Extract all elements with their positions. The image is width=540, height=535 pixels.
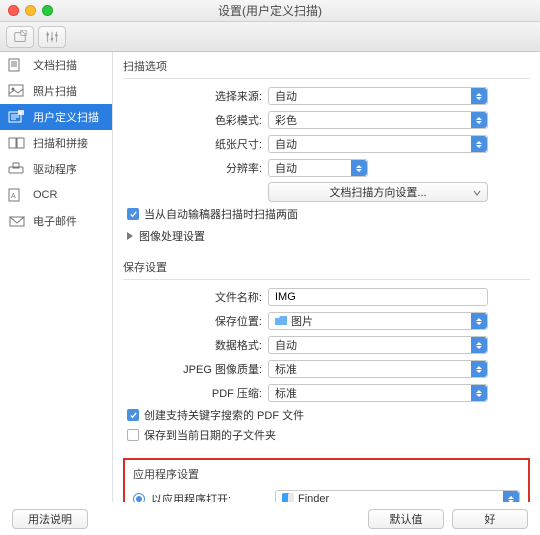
saveto-label: 保存位置:	[123, 313, 268, 329]
footer: 用法说明 默认值 好	[0, 502, 540, 535]
sidebar-label: 用户定义扫描	[33, 109, 99, 125]
sidebar-item-ocr[interactable]: A OCR	[0, 182, 112, 208]
sidebar-label: OCR	[33, 189, 57, 201]
chevron-down-icon	[473, 188, 481, 200]
sidebar-item-email[interactable]: 电子邮件	[0, 208, 112, 234]
dropdown-icon	[471, 88, 487, 104]
color-label: 色彩模式:	[123, 112, 268, 128]
source-label: 选择来源:	[123, 88, 268, 104]
orientation-settings-button[interactable]: 文档扫描方向设置...	[268, 182, 488, 202]
document-icon	[8, 58, 26, 72]
dropdown-icon	[471, 112, 487, 128]
toolbar-sliders-icon[interactable]	[38, 26, 66, 48]
sidebar-label: 照片扫描	[33, 83, 77, 99]
dropdown-icon	[471, 136, 487, 152]
radio-open-with-app[interactable]	[133, 493, 145, 502]
photo-icon	[8, 84, 26, 98]
dpi-select[interactable]: 自动	[268, 159, 368, 177]
custom-icon	[8, 110, 26, 124]
dropdown-icon	[471, 337, 487, 353]
sidebar-item-stitch[interactable]: 扫描和拼接	[0, 130, 112, 156]
sidebar-item-driver[interactable]: 驱动程序	[0, 156, 112, 182]
sidebar-item-photo-scan[interactable]: 照片扫描	[0, 78, 112, 104]
section-scan-options-title: 扫描选项	[123, 58, 530, 74]
ocr-icon: A	[8, 188, 26, 202]
email-icon	[8, 214, 26, 228]
open-with-app-select[interactable]: Finder	[275, 490, 520, 502]
dropdown-icon	[351, 160, 367, 176]
driver-icon	[8, 162, 26, 176]
sidebar-item-custom-scan[interactable]: 用户定义扫描	[0, 104, 112, 130]
folder-icon	[275, 316, 287, 326]
radio-open-with-app-label: 以应用程序打开:	[151, 491, 275, 502]
dropdown-icon	[471, 313, 487, 329]
dpi-label: 分辨率:	[123, 160, 268, 176]
toolbar	[0, 22, 540, 52]
pdf-label: PDF 压缩:	[123, 385, 268, 401]
source-select[interactable]: 自动	[268, 87, 488, 105]
defaults-button[interactable]: 默认值	[368, 509, 444, 529]
section-app-title: 应用程序设置	[133, 466, 520, 482]
disclosure-triangle-icon	[127, 232, 133, 240]
pdf-keyword-label: 创建支持关键字搜索的 PDF 文件	[144, 407, 304, 423]
subfolder-checkbox[interactable]	[127, 429, 139, 441]
section-scan-options: 选择来源: 自动 色彩模式: 彩色 纸张尺寸: 自动 分辨率: 自动	[123, 78, 530, 253]
pdf-select[interactable]: 标准	[268, 384, 488, 402]
content-pane: 扫描选项 选择来源: 自动 色彩模式: 彩色 纸张尺寸: 自动 分辨率: 自动	[113, 52, 540, 502]
section-save: 文件名称: 保存位置: 图片 数据格式: 自动 JPEG 图像质量: 标准 PD…	[123, 279, 530, 452]
titlebar: 设置(用户定义扫描)	[0, 0, 540, 22]
sidebar-label: 扫描和拼接	[33, 135, 88, 151]
ok-button[interactable]: 好	[452, 509, 528, 529]
section-application-settings: 应用程序设置 以应用程序打开: Finder 发送到应用程序: 预览	[123, 458, 530, 502]
paper-label: 纸张尺寸:	[123, 136, 268, 152]
filename-input[interactable]	[268, 288, 488, 306]
dropdown-icon	[471, 385, 487, 401]
jpeg-select[interactable]: 标准	[268, 360, 488, 378]
image-processing-label: 图像处理设置	[139, 228, 205, 244]
dropdown-icon	[503, 491, 519, 502]
dropdown-icon	[471, 361, 487, 377]
finder-icon	[282, 493, 294, 502]
subfolder-label: 保存到当前日期的子文件夹	[144, 427, 276, 443]
section-save-title: 保存设置	[123, 259, 530, 275]
sidebar-item-document-scan[interactable]: 文档扫描	[0, 52, 112, 78]
adf-duplex-label: 当从自动输稿器扫描时扫描两面	[144, 206, 298, 222]
saveto-select[interactable]: 图片	[268, 312, 488, 330]
window-title: 设置(用户定义扫描)	[0, 2, 540, 19]
svg-text:A: A	[11, 193, 16, 200]
filename-label: 文件名称:	[123, 289, 268, 305]
format-select[interactable]: 自动	[268, 336, 488, 354]
format-label: 数据格式:	[123, 337, 268, 353]
image-processing-disclosure[interactable]: 图像处理设置	[123, 227, 530, 245]
instructions-button[interactable]: 用法说明	[12, 509, 88, 529]
stitch-icon	[8, 136, 26, 150]
pdf-keyword-checkbox[interactable]	[127, 409, 139, 421]
sidebar: 文档扫描 照片扫描 用户定义扫描 扫描和拼接 驱动程序 A OCR 电子邮件	[0, 52, 113, 502]
toolbar-scan-icon[interactable]	[6, 26, 34, 48]
adf-duplex-checkbox[interactable]	[127, 208, 139, 220]
jpeg-label: JPEG 图像质量:	[123, 361, 268, 377]
paper-select[interactable]: 自动	[268, 135, 488, 153]
sidebar-label: 驱动程序	[33, 161, 77, 177]
color-select[interactable]: 彩色	[268, 111, 488, 129]
sidebar-label: 电子邮件	[33, 213, 77, 229]
sidebar-label: 文档扫描	[33, 57, 77, 73]
